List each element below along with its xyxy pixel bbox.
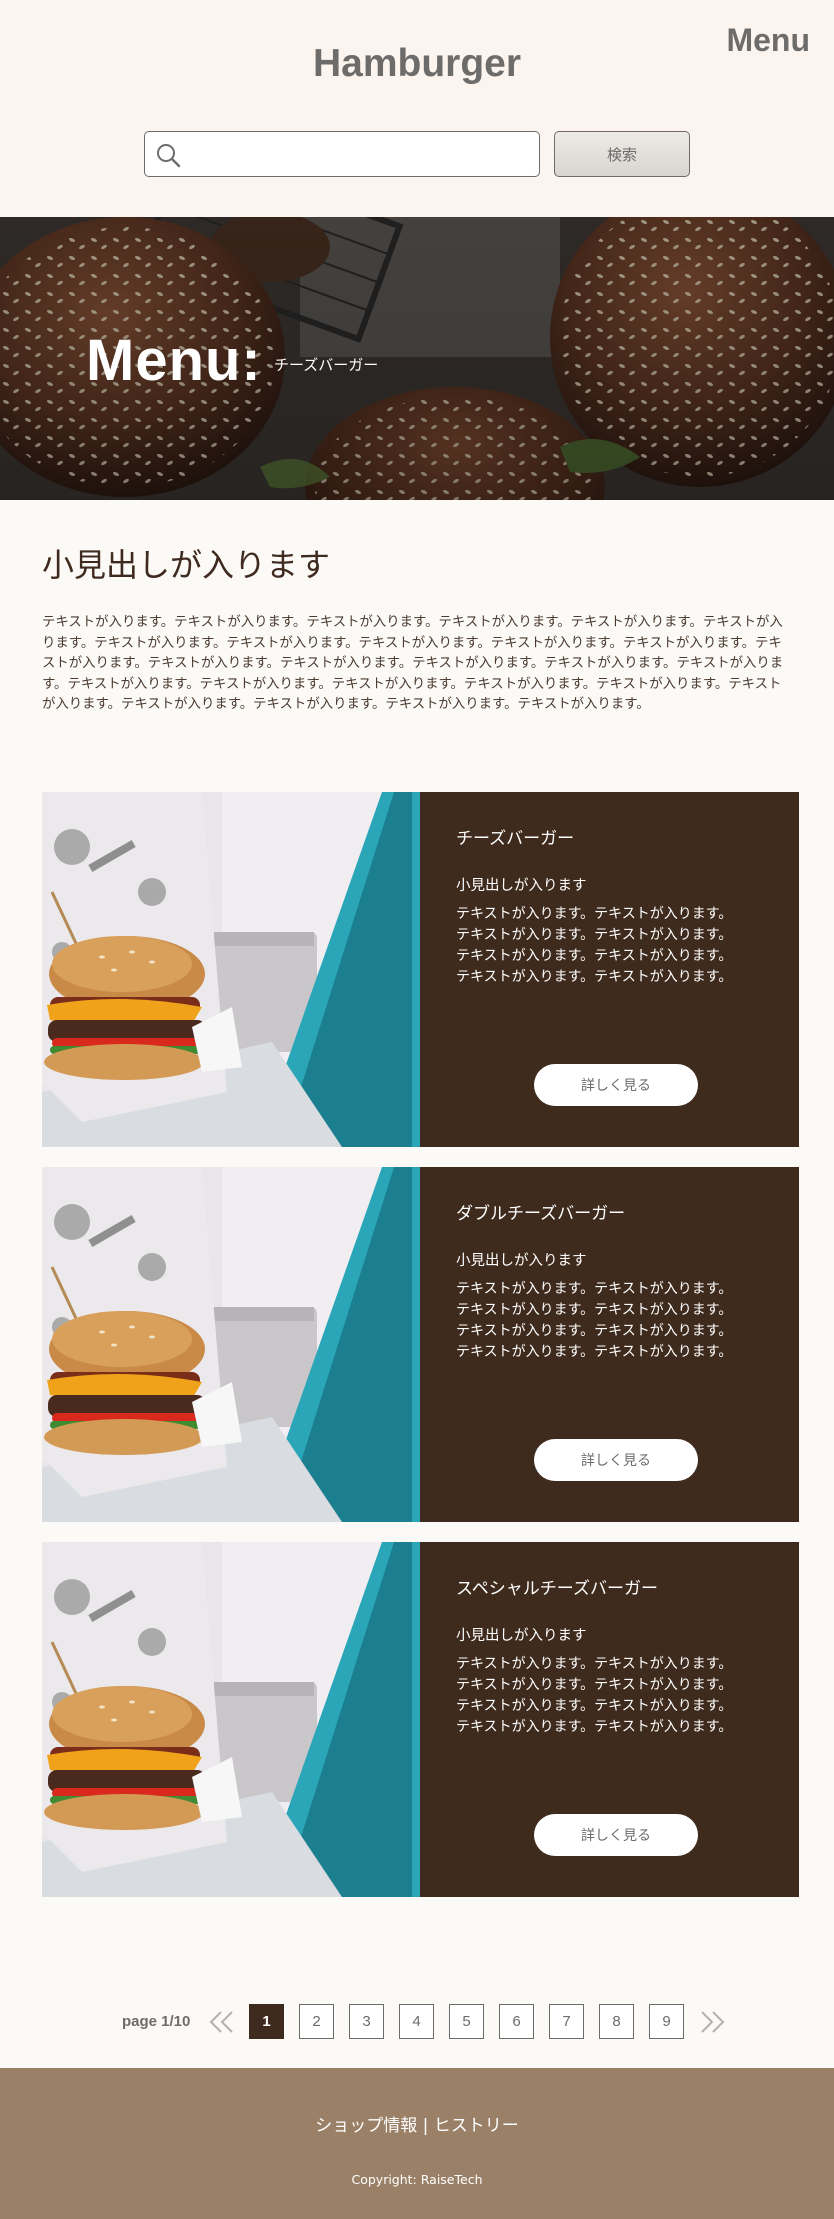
search-box[interactable] bbox=[144, 131, 540, 177]
double-chevron-left-icon[interactable] bbox=[208, 2009, 236, 2035]
site-header: Hamburger Menu 検索 bbox=[0, 0, 834, 217]
page-number-6[interactable]: 6 bbox=[499, 2004, 534, 2039]
menu-card: スペシャルチーズバーガー 小見出しが入ります テキストが入ります。テキストが入り… bbox=[42, 1542, 799, 1897]
page-number-5[interactable]: 5 bbox=[449, 2004, 484, 2039]
burger-image bbox=[42, 792, 420, 1147]
search-icon bbox=[157, 144, 181, 168]
card-text: テキストが入ります。テキストが入ります。テキストが入ります。テキストが入ります。… bbox=[456, 1281, 733, 1360]
burger-image bbox=[42, 1167, 420, 1522]
page-number-9[interactable]: 9 bbox=[649, 2004, 684, 2039]
menu-link[interactable]: Menu bbox=[726, 22, 810, 59]
copyright: Copyright: RaiseTech bbox=[351, 2172, 483, 2187]
search-input[interactable] bbox=[189, 138, 529, 170]
details-button[interactable]: 詳しく見る bbox=[534, 1064, 698, 1106]
page-number-4[interactable]: 4 bbox=[399, 2004, 434, 2039]
double-chevron-right-icon[interactable] bbox=[698, 2009, 726, 2035]
page-info: page 1/10 bbox=[122, 2013, 191, 2030]
card-text: テキストが入ります。テキストが入ります。テキストが入ります。テキストが入ります。… bbox=[456, 906, 733, 985]
card-subtitle: 小見出しが入ります bbox=[456, 878, 587, 894]
menu-card: チーズバーガー 小見出しが入ります テキストが入ります。テキストが入ります。テキ… bbox=[42, 792, 799, 1147]
burger-image bbox=[42, 1542, 420, 1897]
hero-title: Menu: bbox=[86, 328, 262, 393]
details-button[interactable]: 詳しく見る bbox=[534, 1439, 698, 1481]
card-text: テキストが入ります。テキストが入ります。テキストが入ります。テキストが入ります。… bbox=[456, 1656, 733, 1735]
card-body: ダブルチーズバーガー 小見出しが入ります テキストが入ります。テキストが入ります… bbox=[420, 1167, 799, 1522]
site-title[interactable]: Hamburger bbox=[0, 42, 834, 86]
card-title: スペシャルチーズバーガー bbox=[456, 1579, 658, 1599]
page-number-8[interactable]: 8 bbox=[599, 2004, 634, 2039]
card-title: ダブルチーズバーガー bbox=[456, 1204, 626, 1224]
hero-subtitle: チーズバーガー bbox=[274, 356, 379, 374]
footer-separator: | bbox=[422, 2116, 429, 2136]
page-number-7[interactable]: 7 bbox=[549, 2004, 584, 2039]
hero-banner: Menu: チーズバーガー bbox=[0, 217, 834, 500]
history-link[interactable]: ヒストリー bbox=[434, 2116, 519, 2136]
footer-links: ショップ情報 | ヒストリー bbox=[0, 2111, 834, 2136]
card-body: チーズバーガー 小見出しが入ります テキストが入ります。テキストが入ります。テキ… bbox=[420, 792, 799, 1147]
menu-card: ダブルチーズバーガー 小見出しが入ります テキストが入ります。テキストが入ります… bbox=[42, 1167, 799, 1522]
card-body: スペシャルチーズバーガー 小見出しが入ります テキストが入ります。テキストが入り… bbox=[420, 1542, 799, 1897]
search-button[interactable]: 検索 bbox=[554, 131, 690, 177]
card-title: チーズバーガー bbox=[456, 829, 575, 849]
page-number-1[interactable]: 1 bbox=[249, 2004, 284, 2039]
intro-text: テキストが入ります。テキストが入ります。テキストが入ります。テキストが入ります。… bbox=[42, 615, 784, 713]
page-number-3[interactable]: 3 bbox=[349, 2004, 384, 2039]
card-subtitle: 小見出しが入ります bbox=[456, 1628, 587, 1644]
page-number-2[interactable]: 2 bbox=[299, 2004, 334, 2039]
shop-info-link[interactable]: ショップ情報 bbox=[315, 2116, 417, 2136]
pagination: page 1/10 1 2 3 4 5 6 7 8 9 bbox=[0, 2004, 834, 2040]
details-button[interactable]: 詳しく見る bbox=[534, 1814, 698, 1856]
intro-heading: 小見出しが入ります bbox=[42, 546, 331, 584]
card-subtitle: 小見出しが入ります bbox=[456, 1253, 587, 1269]
site-footer: ショップ情報 | ヒストリー Copyright: RaiseTech bbox=[0, 2068, 834, 2219]
